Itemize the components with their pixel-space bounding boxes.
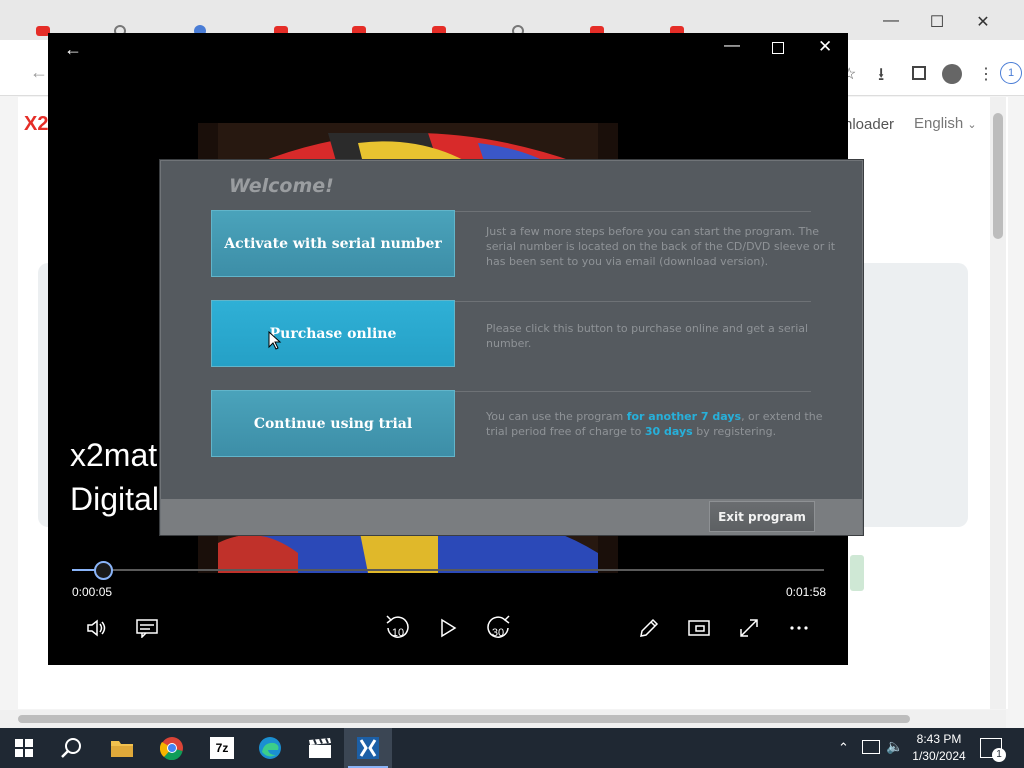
minimize-icon[interactable]: — <box>724 37 740 55</box>
browser-menu-icon[interactable]: ⋮ <box>978 64 994 84</box>
miniplayer-icon[interactable] <box>682 613 716 643</box>
sidepanel-icon[interactable] <box>912 66 926 80</box>
activation-dialog: Welcome! Activate with serial number Jus… <box>160 160 863 535</box>
subtitles-icon[interactable] <box>130 613 164 643</box>
browser-maximize-icon[interactable]: ☐ <box>922 12 952 36</box>
close-icon[interactable]: ✕ <box>818 37 832 57</box>
horizontal-scrollbar[interactable] <box>0 710 1006 728</box>
system-clock[interactable]: 8:43 PM 1/30/2024 <box>906 731 972 765</box>
exit-program-button[interactable]: Exit program <box>709 501 815 532</box>
edit-icon[interactable] <box>632 613 666 643</box>
video-title-line: x2mat <box>70 437 158 473</box>
play-icon[interactable] <box>431 613 465 643</box>
forward-30-icon[interactable]: 30 <box>480 613 516 643</box>
nav-link[interactable]: nloader <box>844 116 894 133</box>
chrome-icon[interactable] <box>148 728 196 768</box>
trial-text: by registering. <box>692 425 777 438</box>
volume-icon[interactable] <box>80 613 114 643</box>
forward-label: 30 <box>492 627 504 639</box>
mouse-cursor-icon <box>268 331 282 350</box>
continue-trial-button[interactable]: Continue using trial <box>211 390 455 457</box>
maximize-icon[interactable] <box>772 42 784 54</box>
trial-description: You can use the program for another 7 da… <box>486 409 836 439</box>
vertical-scrollbar[interactable] <box>990 97 1006 709</box>
activate-serial-button[interactable]: Activate with serial number <box>211 210 455 277</box>
rewind-label: 10 <box>392 627 404 639</box>
separator <box>455 211 811 212</box>
purchase-description: Please click this button to purchase onl… <box>486 322 809 350</box>
scroll-thumb[interactable] <box>993 113 1003 239</box>
download-icon[interactable]: ⭳ <box>878 62 884 92</box>
chevron-down-icon: ⌄ <box>967 119 977 131</box>
current-time: 0:00:05 <box>72 585 113 599</box>
rewind-10-icon[interactable]: 10 <box>380 613 416 643</box>
file-explorer-icon[interactable] <box>98 728 146 768</box>
dialog-footer: Exit program <box>161 499 862 535</box>
clock-time: 8:43 PM <box>916 732 962 746</box>
site-logo[interactable]: X2 <box>24 113 48 136</box>
start-icon[interactable] <box>0 728 48 768</box>
trial-extension-days: 30 days <box>644 425 693 438</box>
language-select[interactable]: English ⌄ <box>914 115 977 132</box>
separator <box>455 301 811 302</box>
dialog-title: Welcome! <box>229 175 334 197</box>
trial-text: You can use the program <box>486 410 627 423</box>
fullscreen-icon[interactable] <box>732 613 766 643</box>
clock-date: 1/30/2024 <box>912 749 966 763</box>
language-label: English <box>914 115 964 132</box>
activate-description: Just a few more steps before you can sta… <box>486 225 836 268</box>
7zip-icon[interactable]: 7z <box>198 728 246 768</box>
video-editor-icon[interactable] <box>344 728 392 768</box>
scroll-thumb[interactable] <box>18 715 910 723</box>
separator <box>455 391 811 392</box>
taskbar: 7z ⌃ 🔈 1 <box>0 728 1024 768</box>
clapper-icon[interactable] <box>296 728 344 768</box>
edge-icon[interactable] <box>246 728 294 768</box>
browser-back-icon[interactable]: ← <box>30 62 48 83</box>
purchase-online-button[interactable]: Purchase online <box>211 300 455 367</box>
seek-bar[interactable] <box>72 569 824 571</box>
search-icon[interactable] <box>48 728 96 768</box>
green-button-edge[interactable] <box>850 555 864 591</box>
network-icon[interactable] <box>862 740 880 754</box>
back-arrow-icon[interactable]: ← <box>64 39 82 60</box>
extension-badge[interactable]: 1 <box>1000 62 1022 84</box>
more-icon[interactable] <box>782 613 816 643</box>
notification-count: 1 <box>992 748 1006 762</box>
tray-chevron-up-icon[interactable]: ⌃ <box>838 740 849 756</box>
trial-days-remaining: for another 7 days <box>626 410 742 423</box>
seek-thumb[interactable] <box>94 561 113 580</box>
profile-avatar-icon[interactable] <box>942 64 962 84</box>
total-time: 0:01:58 <box>786 585 827 599</box>
7zip-label: 7z <box>210 737 234 759</box>
video-title: x2mat Digital <box>70 433 159 521</box>
browser-close-icon[interactable]: ✕ <box>968 12 998 36</box>
speaker-muted-icon[interactable]: 🔈 <box>886 738 903 755</box>
video-title-line: Digital <box>70 481 159 517</box>
browser-minimize-icon[interactable]: — <box>876 12 906 36</box>
